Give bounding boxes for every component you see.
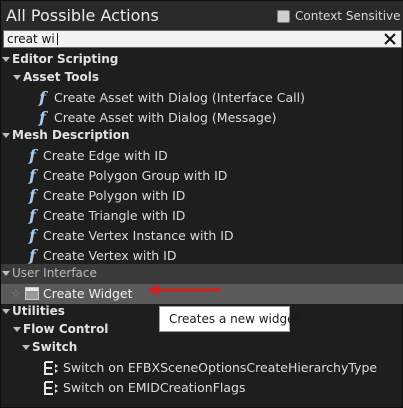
search-box[interactable]	[3, 30, 402, 48]
widget-icon	[25, 287, 39, 300]
action-label: Create Triangle with ID	[43, 208, 186, 223]
function-icon: f	[39, 88, 46, 107]
category-mesh-description[interactable]: Mesh Description	[1, 126, 403, 146]
close-icon[interactable]	[383, 32, 397, 46]
category-label: Mesh Description	[12, 128, 130, 142]
category-label: Switch	[32, 340, 78, 354]
function-icon: f	[29, 186, 36, 205]
expand-arrow-icon[interactable]	[2, 133, 10, 138]
action-item[interactable]: f Create Vertex with ID	[1, 246, 403, 266]
switch-node-icon	[44, 381, 58, 395]
action-item[interactable]: f Create Asset with Dialog (Message)	[1, 108, 403, 128]
function-icon: f	[29, 246, 36, 265]
context-sensitive-toggle[interactable]: Context Sensitive	[277, 8, 403, 24]
category-asset-tools[interactable]: Asset Tools	[1, 68, 403, 88]
action-item[interactable]: f Create Polygon with ID	[1, 186, 403, 206]
category-label: Utilities	[12, 304, 65, 318]
expand-arrow-icon[interactable]	[2, 309, 10, 314]
category-editor-scripting[interactable]: Editor Scripting	[1, 50, 403, 70]
action-menu-panel: All Possible Actions Context Sensitive E…	[0, 0, 403, 408]
action-item[interactable]: f Create Triangle with ID	[1, 206, 403, 226]
text-cursor	[57, 33, 58, 45]
action-item[interactable]: f Create Polygon Group with ID	[1, 166, 403, 186]
category-switch[interactable]: Switch	[1, 338, 403, 358]
action-item[interactable]: Switch on EFBXSceneOptionsCreateHierarch…	[1, 358, 403, 378]
menu-header: All Possible Actions Context Sensitive	[1, 1, 403, 30]
action-label: Create Widget	[43, 286, 133, 301]
action-label: Create Polygon Group with ID	[43, 168, 228, 183]
function-icon: f	[29, 146, 36, 165]
action-label: Create Asset with Dialog (Message)	[54, 110, 277, 125]
action-label: Create Vertex Instance with ID	[43, 228, 234, 243]
search-input[interactable]	[7, 31, 377, 47]
expand-arrow-icon[interactable]	[22, 345, 30, 350]
action-item[interactable]: f Create Edge with ID	[1, 146, 403, 166]
action-label: Switch on EMIDCreationFlags	[63, 380, 246, 395]
category-label: Asset Tools	[23, 70, 99, 84]
action-item[interactable]: Switch on EMIDCreationFlags	[1, 378, 403, 398]
function-icon: f	[29, 206, 36, 225]
action-label: Create Vertex with ID	[43, 248, 177, 263]
function-icon: f	[29, 226, 36, 245]
expand-arrow-icon[interactable]	[13, 327, 21, 332]
action-item[interactable]: f Create Vertex Instance with ID	[1, 226, 403, 246]
category-label: Flow Control	[23, 322, 109, 336]
context-sensitive-checkbox[interactable]	[277, 9, 290, 23]
annotation-arrow-icon	[148, 284, 222, 296]
switch-node-icon	[44, 361, 58, 375]
category-label: User Interface	[12, 266, 97, 280]
function-icon: f	[39, 108, 46, 127]
action-label: Create Polygon with ID	[43, 188, 186, 203]
category-label: Editor Scripting	[12, 52, 119, 66]
action-label: Create Edge with ID	[43, 148, 168, 163]
expand-arrow-icon[interactable]	[2, 57, 10, 62]
menu-title: All Possible Actions	[6, 6, 159, 25]
action-item[interactable]: f Create Asset with Dialog (Interface Ca…	[1, 88, 403, 108]
context-sensitive-label: Context Sensitive	[295, 9, 401, 23]
function-icon: f	[29, 166, 36, 185]
expand-arrow-icon[interactable]	[2, 271, 10, 276]
favorite-star-icon[interactable]: ☆	[11, 287, 21, 300]
action-label: Create Asset with Dialog (Interface Call…	[54, 90, 305, 105]
action-label: Switch on EFBXSceneOptionsCreateHierarch…	[63, 360, 378, 375]
expand-arrow-icon[interactable]	[13, 75, 21, 80]
tooltip: Creates a new widget	[159, 306, 299, 332]
